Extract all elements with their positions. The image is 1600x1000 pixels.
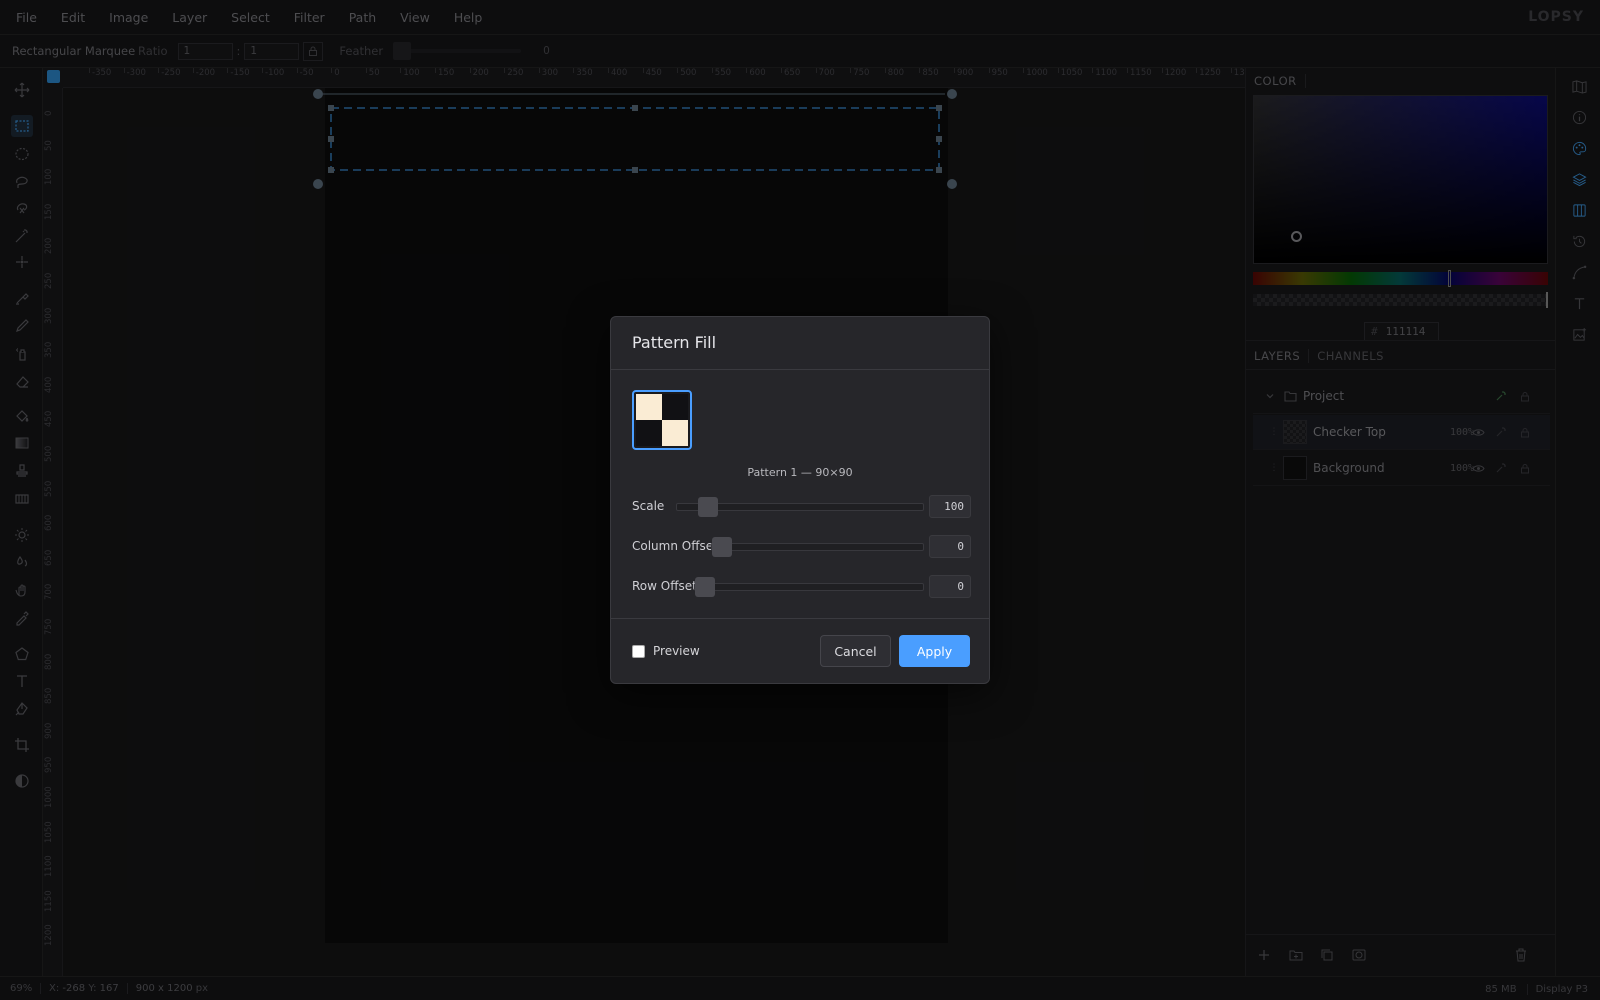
row-offset-slider[interactable] (694, 577, 924, 597)
pattern-cell (636, 420, 662, 446)
pattern-swatch[interactable] (632, 390, 692, 450)
pattern-cell (636, 394, 662, 420)
dialog-divider (611, 618, 989, 619)
preview-checkbox[interactable] (632, 645, 645, 658)
preview-label[interactable]: Preview (653, 644, 700, 658)
row-offset-label: Row Offset (632, 579, 697, 593)
column-offset-value-input[interactable]: 0 (929, 535, 971, 558)
pattern-caption: Pattern 1 — 90×90 (747, 466, 853, 479)
pattern-cell (662, 420, 688, 446)
column-offset-label: Column Offset (632, 539, 718, 553)
scale-slider[interactable] (676, 497, 924, 517)
row-offset-slider-thumb[interactable] (695, 577, 715, 597)
apply-button[interactable]: Apply (899, 635, 970, 667)
scale-slider-thumb[interactable] (698, 497, 718, 517)
row-offset-value-input[interactable]: 0 (929, 575, 971, 598)
cancel-button[interactable]: Cancel (820, 635, 891, 667)
scale-value-input[interactable]: 100 (929, 495, 971, 518)
scale-label: Scale (632, 499, 665, 513)
column-offset-slider-thumb[interactable] (712, 537, 732, 557)
app-window: File Edit Image Layer Select Filter Path… (0, 0, 1600, 1000)
pattern-fill-dialog: Pattern Fill Pattern 1 — 90×90 Scale 100… (610, 316, 990, 684)
dialog-divider (611, 369, 989, 370)
column-offset-slider[interactable] (711, 537, 924, 557)
dialog-title: Pattern Fill (632, 333, 717, 352)
checker-pattern-preview (636, 394, 688, 446)
pattern-cell (662, 394, 688, 420)
